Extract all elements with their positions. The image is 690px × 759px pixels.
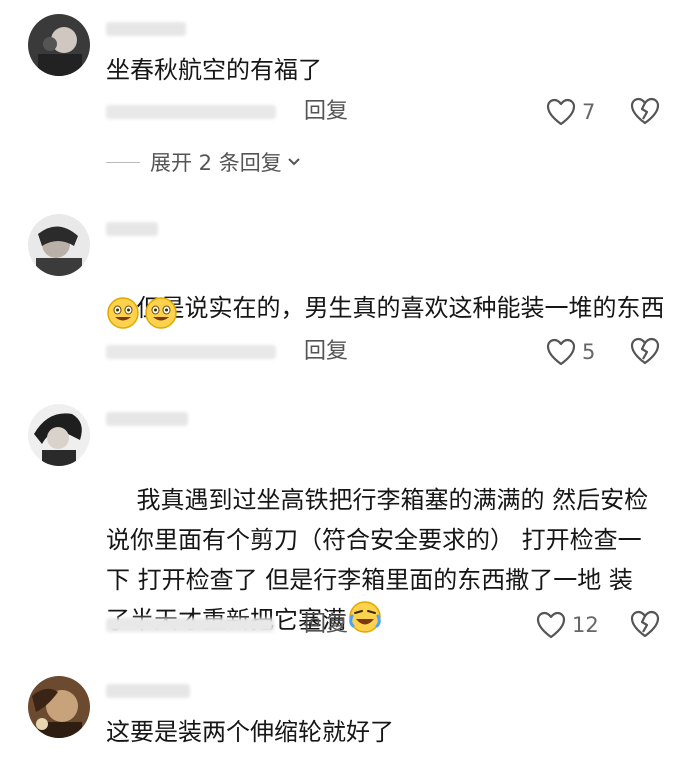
comment-meta: 回复 5 (106, 337, 666, 367)
reply-button[interactable]: 回复 (304, 337, 348, 367)
like-button[interactable]: 7 (546, 97, 595, 127)
grinning-emoji-icon (107, 297, 139, 329)
username[interactable] (106, 412, 188, 426)
expand-replies-label: 展开 2 条回复 (150, 151, 282, 175)
broken-heart-icon (630, 97, 660, 125)
timestamp (106, 345, 276, 359)
avatar[interactable] (28, 14, 90, 76)
username[interactable] (106, 684, 190, 698)
emoji-row (106, 296, 182, 330)
like-count: 5 (582, 340, 596, 364)
comment-text-body: 但是说实在的，男生真的喜欢这种能装一堆的东西 (136, 294, 665, 322)
divider (106, 161, 140, 163)
heart-icon (546, 338, 576, 366)
avatar[interactable] (28, 404, 90, 466)
comment-text: 坐春秋航空的有福了 (106, 56, 322, 84)
like-button[interactable]: 12 (536, 610, 599, 640)
avatar[interactable] (28, 214, 90, 276)
heart-icon (546, 98, 576, 126)
comment-text: 这要是装两个伸缩轮就好了 (106, 718, 394, 746)
timestamp (106, 105, 276, 119)
comment-meta: 回复 7 (106, 97, 666, 127)
chevron-down-icon (288, 158, 300, 166)
broken-heart-icon (630, 610, 660, 638)
dislike-button[interactable] (630, 337, 660, 369)
dislike-button[interactable] (630, 97, 660, 129)
username[interactable] (106, 222, 158, 236)
comment-text: 我真遇到过坐高铁把行李箱塞的满满的 然后安检说你里面有个剪刀（符合安全要求的） … (106, 440, 656, 680)
like-count: 7 (582, 100, 596, 124)
reply-button[interactable]: 回复 (304, 97, 348, 127)
expand-replies-button[interactable]: 展开 2 条回复 (106, 147, 302, 177)
dislike-button[interactable] (630, 610, 660, 642)
timestamp (106, 618, 274, 632)
comment-meta: 回复 12 (106, 610, 666, 640)
broken-heart-icon (630, 337, 660, 365)
heart-icon (536, 611, 566, 639)
like-count: 12 (572, 613, 599, 637)
username[interactable] (106, 22, 186, 36)
like-button[interactable]: 5 (546, 337, 595, 367)
reply-button[interactable]: 回复 (304, 610, 348, 640)
avatar[interactable] (28, 676, 90, 738)
grinning-emoji-icon (145, 297, 177, 329)
